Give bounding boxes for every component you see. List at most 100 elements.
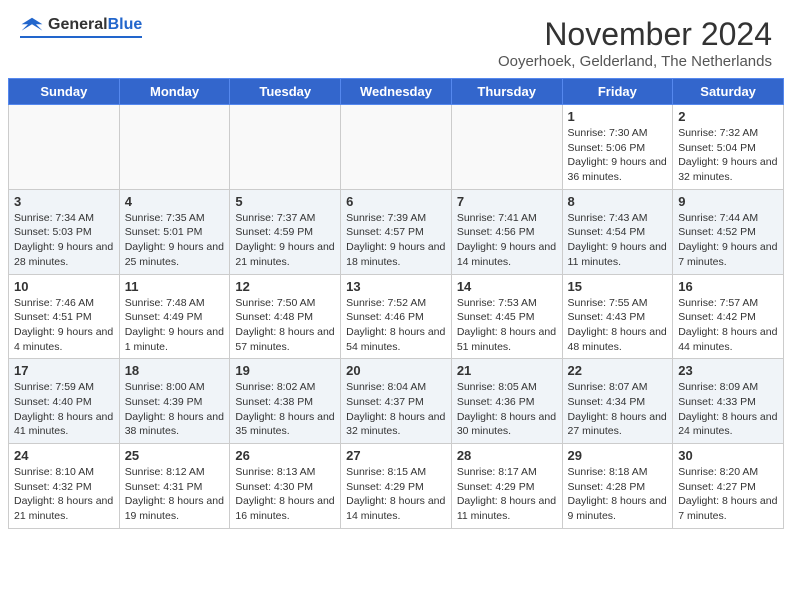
day-info: Sunrise: 7:50 AMSunset: 4:48 PMDaylight:… xyxy=(235,296,335,355)
day-number: 25 xyxy=(125,448,225,463)
logo: GeneralBlue xyxy=(20,16,142,38)
day-number: 13 xyxy=(346,279,446,294)
calendar-cell: 11Sunrise: 7:48 AMSunset: 4:49 PMDayligh… xyxy=(119,274,230,359)
calendar-cell: 6Sunrise: 7:39 AMSunset: 4:57 PMDaylight… xyxy=(341,189,452,274)
day-info: Sunrise: 8:18 AMSunset: 4:28 PMDaylight:… xyxy=(568,465,668,524)
day-info: Sunrise: 7:44 AMSunset: 4:52 PMDaylight:… xyxy=(678,211,778,270)
calendar-header: SundayMondayTuesdayWednesdayThursdayFrid… xyxy=(9,79,784,105)
header-day: Tuesday xyxy=(230,79,341,105)
day-number: 20 xyxy=(346,363,446,378)
logo-blue: Blue xyxy=(108,16,143,33)
header-day: Monday xyxy=(119,79,230,105)
calendar-cell: 28 Sunrise: 8:17 AMSunset: 4:29 PMDayligh… xyxy=(451,444,562,529)
day-info: Sunrise: 8:09 AMSunset: 4:33 PMDaylight:… xyxy=(678,380,778,439)
calendar-cell: 30Sunrise: 8:20 AMSunset: 4:27 PMDayligh… xyxy=(673,444,784,529)
day-number: 26 xyxy=(235,448,335,463)
calendar-cell xyxy=(341,105,452,190)
day-number: 2 xyxy=(678,109,778,124)
day-info: Sunrise: 8:17 AMSunset: 4:29 PMDaylight:… xyxy=(457,465,557,524)
title-section: November 2024 Ooyerhoek, Gelderland, The… xyxy=(498,16,772,70)
calendar-week-row: 1 Sunrise: 7:30 AMSunset: 5:06 PMDaylight… xyxy=(9,105,784,190)
day-number: 19 xyxy=(235,363,335,378)
day-info: Sunrise: 8:00 AMSunset: 4:39 PMDaylight:… xyxy=(125,380,225,439)
calendar-cell xyxy=(230,105,341,190)
day-info: Sunrise: 7:30 AMSunset: 5:06 PMDaylight:… xyxy=(568,126,668,185)
calendar-cell: 23 Sunrise: 8:09 AMSunset: 4:33 PMDayligh… xyxy=(673,359,784,444)
calendar-table: SundayMondayTuesdayWednesdayThursdayFrid… xyxy=(8,78,784,529)
day-number: 27 xyxy=(346,448,446,463)
header-row: SundayMondayTuesdayWednesdayThursdayFrid… xyxy=(9,79,784,105)
calendar-cell: 10Sunrise: 7:46 AMSunset: 4:51 PMDayligh… xyxy=(9,274,120,359)
calendar-cell: 24 Sunrise: 8:10 AMSunset: 4:32 PMDayligh… xyxy=(9,444,120,529)
calendar-cell: 2 Sunrise: 7:32 AMSunset: 5:04 PMDaylight… xyxy=(673,105,784,190)
day-number: 15 xyxy=(568,279,668,294)
day-number: 14 xyxy=(457,279,557,294)
calendar-cell: 8Sunrise: 7:43 AMSunset: 4:54 PMDaylight… xyxy=(562,189,673,274)
day-info: Sunrise: 7:35 AMSunset: 5:01 PMDaylight:… xyxy=(125,211,225,270)
calendar-cell: 21 Sunrise: 8:05 AMSunset: 4:36 PMDayligh… xyxy=(451,359,562,444)
header-day: Friday xyxy=(562,79,673,105)
day-info: Sunrise: 7:37 AMSunset: 4:59 PMDaylight:… xyxy=(235,211,335,270)
calendar-cell: 9 Sunrise: 7:44 AMSunset: 4:52 PMDaylight… xyxy=(673,189,784,274)
day-number: 7 xyxy=(457,194,557,209)
calendar-cell: 5 Sunrise: 7:37 AMSunset: 4:59 PMDaylight… xyxy=(230,189,341,274)
header-day: Sunday xyxy=(9,79,120,105)
day-info: Sunrise: 8:07 AMSunset: 4:34 PMDaylight:… xyxy=(568,380,668,439)
day-info: Sunrise: 7:52 AMSunset: 4:46 PMDaylight:… xyxy=(346,296,446,355)
header-day: Thursday xyxy=(451,79,562,105)
day-number: 22 xyxy=(568,363,668,378)
day-info: Sunrise: 7:41 AMSunset: 4:56 PMDaylight:… xyxy=(457,211,557,270)
calendar-cell: 7 Sunrise: 7:41 AMSunset: 4:56 PMDaylight… xyxy=(451,189,562,274)
logo-general: General xyxy=(48,16,108,33)
calendar-cell: 1 Sunrise: 7:30 AMSunset: 5:06 PMDaylight… xyxy=(562,105,673,190)
day-info: Sunrise: 7:32 AMSunset: 5:04 PMDaylight:… xyxy=(678,126,778,185)
day-number: 3 xyxy=(14,194,114,209)
day-number: 11 xyxy=(125,279,225,294)
calendar-week-row: 3Sunrise: 7:34 AMSunset: 5:03 PMDaylight… xyxy=(9,189,784,274)
calendar-cell: 13 Sunrise: 7:52 AMSunset: 4:46 PMDayligh… xyxy=(341,274,452,359)
calendar-cell: 12 Sunrise: 7:50 AMSunset: 4:48 PMDayligh… xyxy=(230,274,341,359)
day-number: 9 xyxy=(678,194,778,209)
day-info: Sunrise: 8:04 AMSunset: 4:37 PMDaylight:… xyxy=(346,380,446,439)
calendar-cell: 22 Sunrise: 8:07 AMSunset: 4:34 PMDayligh… xyxy=(562,359,673,444)
calendar-cell: 25Sunrise: 8:12 AMSunset: 4:31 PMDayligh… xyxy=(119,444,230,529)
day-number: 17 xyxy=(14,363,114,378)
day-info: Sunrise: 8:05 AMSunset: 4:36 PMDaylight:… xyxy=(457,380,557,439)
calendar-cell: 15 Sunrise: 7:55 AMSunset: 4:43 PMDayligh… xyxy=(562,274,673,359)
day-info: Sunrise: 8:02 AMSunset: 4:38 PMDaylight:… xyxy=(235,380,335,439)
day-number: 12 xyxy=(235,279,335,294)
calendar-cell xyxy=(9,105,120,190)
calendar-cell xyxy=(119,105,230,190)
day-number: 4 xyxy=(125,194,225,209)
calendar-cell: 16Sunrise: 7:57 AMSunset: 4:42 PMDayligh… xyxy=(673,274,784,359)
header-day: Wednesday xyxy=(341,79,452,105)
location-title: Ooyerhoek, Gelderland, The Netherlands xyxy=(498,53,772,70)
day-info: Sunrise: 8:20 AMSunset: 4:27 PMDaylight:… xyxy=(678,465,778,524)
calendar-cell: 18Sunrise: 8:00 AMSunset: 4:39 PMDayligh… xyxy=(119,359,230,444)
calendar-cell: 4 Sunrise: 7:35 AMSunset: 5:01 PMDaylight… xyxy=(119,189,230,274)
day-number: 1 xyxy=(568,109,668,124)
page-header: GeneralBlue November 2024 Ooyerhoek, Gel… xyxy=(0,0,792,78)
day-info: Sunrise: 8:10 AMSunset: 4:32 PMDaylight:… xyxy=(14,465,114,524)
calendar-week-row: 17 Sunrise: 7:59 AMSunset: 4:40 PMDayligh… xyxy=(9,359,784,444)
day-number: 29 xyxy=(568,448,668,463)
day-info: Sunrise: 8:15 AMSunset: 4:29 PMDaylight:… xyxy=(346,465,446,524)
calendar-cell: 19 Sunrise: 8:02 AMSunset: 4:38 PMDayligh… xyxy=(230,359,341,444)
header-day: Saturday xyxy=(673,79,784,105)
calendar-body: 1 Sunrise: 7:30 AMSunset: 5:06 PMDaylight… xyxy=(9,105,784,529)
day-number: 28 xyxy=(457,448,557,463)
day-number: 5 xyxy=(235,194,335,209)
day-number: 23 xyxy=(678,363,778,378)
calendar-cell xyxy=(451,105,562,190)
calendar-cell: 26Sunrise: 8:13 AMSunset: 4:30 PMDayligh… xyxy=(230,444,341,529)
calendar-cell: 20 Sunrise: 8:04 AMSunset: 4:37 PMDayligh… xyxy=(341,359,452,444)
calendar-cell: 17 Sunrise: 7:59 AMSunset: 4:40 PMDayligh… xyxy=(9,359,120,444)
day-number: 21 xyxy=(457,363,557,378)
calendar-cell: 29 Sunrise: 8:18 AMSunset: 4:28 PMDayligh… xyxy=(562,444,673,529)
calendar-cell: 14Sunrise: 7:53 AMSunset: 4:45 PMDayligh… xyxy=(451,274,562,359)
calendar-cell: 3Sunrise: 7:34 AMSunset: 5:03 PMDaylight… xyxy=(9,189,120,274)
day-info: Sunrise: 7:55 AMSunset: 4:43 PMDaylight:… xyxy=(568,296,668,355)
day-info: Sunrise: 7:59 AMSunset: 4:40 PMDaylight:… xyxy=(14,380,114,439)
day-number: 24 xyxy=(14,448,114,463)
day-info: Sunrise: 7:57 AMSunset: 4:42 PMDaylight:… xyxy=(678,296,778,355)
